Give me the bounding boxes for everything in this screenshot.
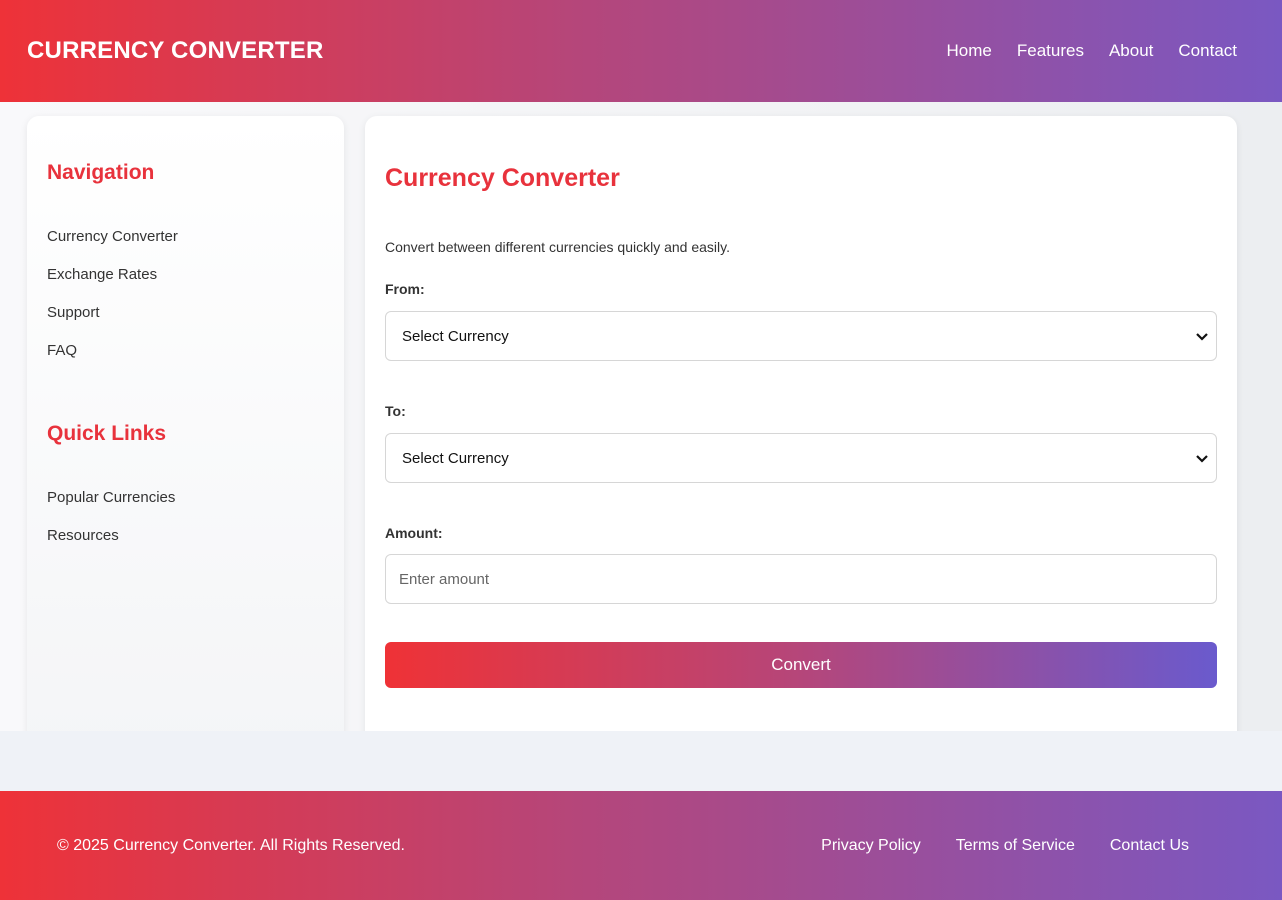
sidebar-item-exchange-rates[interactable]: Exchange Rates <box>47 267 324 305</box>
chevron-down-icon <box>1196 329 1208 344</box>
site-header: CURRENCY CONVERTER Home Features About C… <box>0 0 1282 102</box>
converter-panel: Currency Converter Convert between diffe… <box>365 116 1237 731</box>
sidebar-item-support[interactable]: Support <box>47 305 324 343</box>
sidebar-item-popular-currencies[interactable]: Popular Currencies <box>47 490 324 528</box>
sidebar-navigation-list: Currency Converter Exchange Rates Suppor… <box>47 229 324 381</box>
sidebar-quick-links-list: Popular Currencies Resources <box>47 490 324 566</box>
footer-link-terms-of-service[interactable]: Terms of Service <box>956 837 1075 855</box>
footer-link-contact-us[interactable]: Contact Us <box>1110 837 1189 855</box>
nav-link-features[interactable]: Features <box>1017 41 1084 61</box>
site-footer: © 2025 Currency Converter. All Rights Re… <box>0 791 1282 900</box>
sidebar-quick-links: Quick Links Popular Currencies Resources <box>47 422 324 566</box>
sidebar-item-currency-converter[interactable]: Currency Converter <box>47 229 324 267</box>
copyright-text: © 2025 Currency Converter. All Rights Re… <box>57 836 405 854</box>
sidebar-item-faq[interactable]: FAQ <box>47 343 324 381</box>
chevron-down-icon <box>1196 451 1208 466</box>
nav-link-contact[interactable]: Contact <box>1178 41 1237 61</box>
sidebar-heading-navigation: Navigation <box>47 161 155 184</box>
page-spacer <box>0 731 1282 791</box>
amount-label: Amount: <box>385 525 443 541</box>
content-area: Navigation Currency Converter Exchange R… <box>0 102 1282 731</box>
site-logo[interactable]: CURRENCY CONVERTER <box>27 37 324 65</box>
from-label: From: <box>385 281 425 297</box>
convert-button[interactable]: Convert <box>385 642 1217 688</box>
sidebar: Navigation Currency Converter Exchange R… <box>27 116 344 731</box>
to-label: To: <box>385 403 406 419</box>
to-currency-select[interactable]: Select Currency <box>385 433 1217 483</box>
from-currency-select[interactable]: Select Currency <box>385 311 1217 361</box>
footer-links: Privacy Policy Terms of Service Contact … <box>821 837 1189 855</box>
footer-link-privacy-policy[interactable]: Privacy Policy <box>821 837 921 855</box>
to-currency-value: Select Currency <box>402 449 509 467</box>
amount-input[interactable]: Enter amount <box>385 554 1217 604</box>
sidebar-heading-quick-links: Quick Links <box>47 422 167 445</box>
nav-link-home[interactable]: Home <box>947 41 992 61</box>
nav-link-about[interactable]: About <box>1109 41 1153 61</box>
top-nav: Home Features About Contact <box>947 41 1237 61</box>
amount-placeholder: Enter amount <box>399 570 490 588</box>
page-title: Currency Converter <box>385 164 620 192</box>
from-currency-value: Select Currency <box>402 327 509 345</box>
sidebar-item-resources[interactable]: Resources <box>47 528 324 566</box>
page-description: Convert between different currencies qui… <box>385 239 730 255</box>
